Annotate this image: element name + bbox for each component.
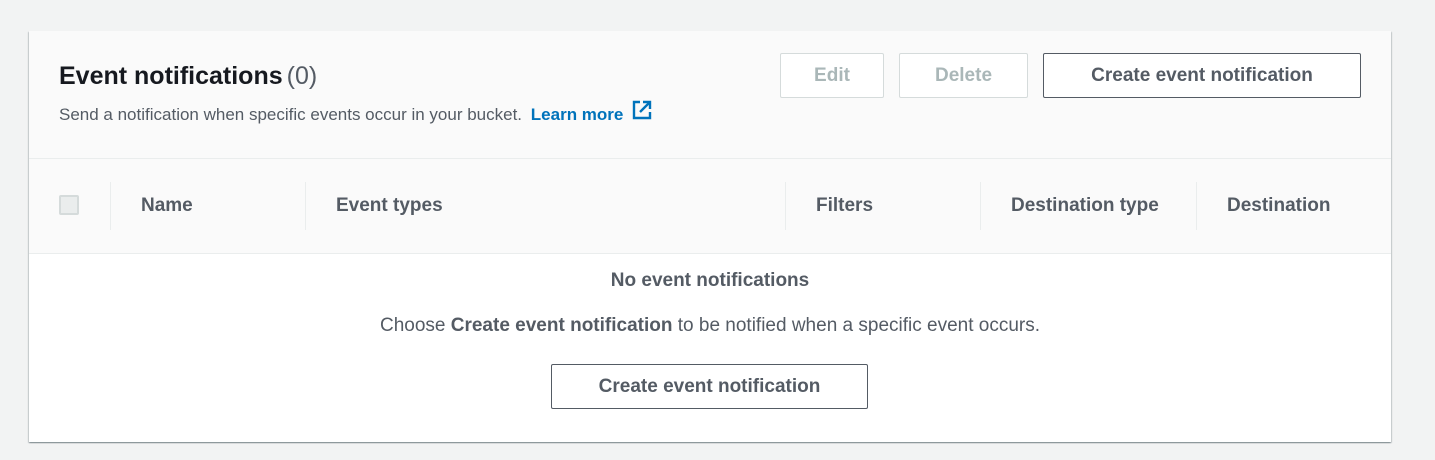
section-title-text: Event notifications: [59, 62, 283, 90]
column-header-event-types[interactable]: Event types: [336, 159, 776, 253]
column-divider: [785, 182, 786, 230]
table-header: Name Event types Filters Destination typ…: [29, 159, 1391, 254]
empty-state-create-button[interactable]: Create event notification: [551, 364, 868, 409]
empty-desc-emphasis: Create event notification: [450, 315, 673, 336]
column-header-filters[interactable]: Filters: [816, 159, 976, 253]
select-all-checkbox[interactable]: [59, 195, 79, 215]
column-header-destination[interactable]: Destination: [1227, 159, 1377, 253]
learn-more-link[interactable]: Learn more: [530, 100, 654, 124]
event-notifications-panel: Event notifications (0) Send a notificati…: [29, 31, 1391, 442]
section-title: Event notifications (0): [59, 59, 317, 93]
column-divider: [305, 182, 306, 230]
column-header-destination-type[interactable]: Destination type: [1011, 159, 1161, 253]
section-description: Send a notification when specific events…: [59, 100, 654, 128]
delete-button[interactable]: Delete: [899, 53, 1028, 98]
column-header-name[interactable]: Name: [141, 159, 301, 253]
notification-count: (0): [286, 62, 318, 90]
edit-button[interactable]: Edit: [780, 53, 884, 98]
empty-desc-prefix: Choose: [379, 315, 446, 336]
panel-header: Event notifications (0) Send a notificati…: [29, 31, 1391, 159]
column-divider: [980, 182, 981, 230]
external-link-icon: [631, 99, 653, 128]
empty-state-description: Choose Create event notification to be n…: [29, 313, 1391, 339]
column-divider: [110, 182, 111, 230]
create-event-notification-button[interactable]: Create event notification: [1043, 53, 1361, 98]
description-text: Send a notification when specific events…: [59, 105, 523, 124]
learn-more-label: Learn more: [530, 105, 624, 124]
empty-desc-suffix: to be notified when a specific event occ…: [677, 315, 1041, 336]
empty-state-title: No event notifications: [610, 270, 810, 291]
column-divider: [1196, 182, 1197, 230]
